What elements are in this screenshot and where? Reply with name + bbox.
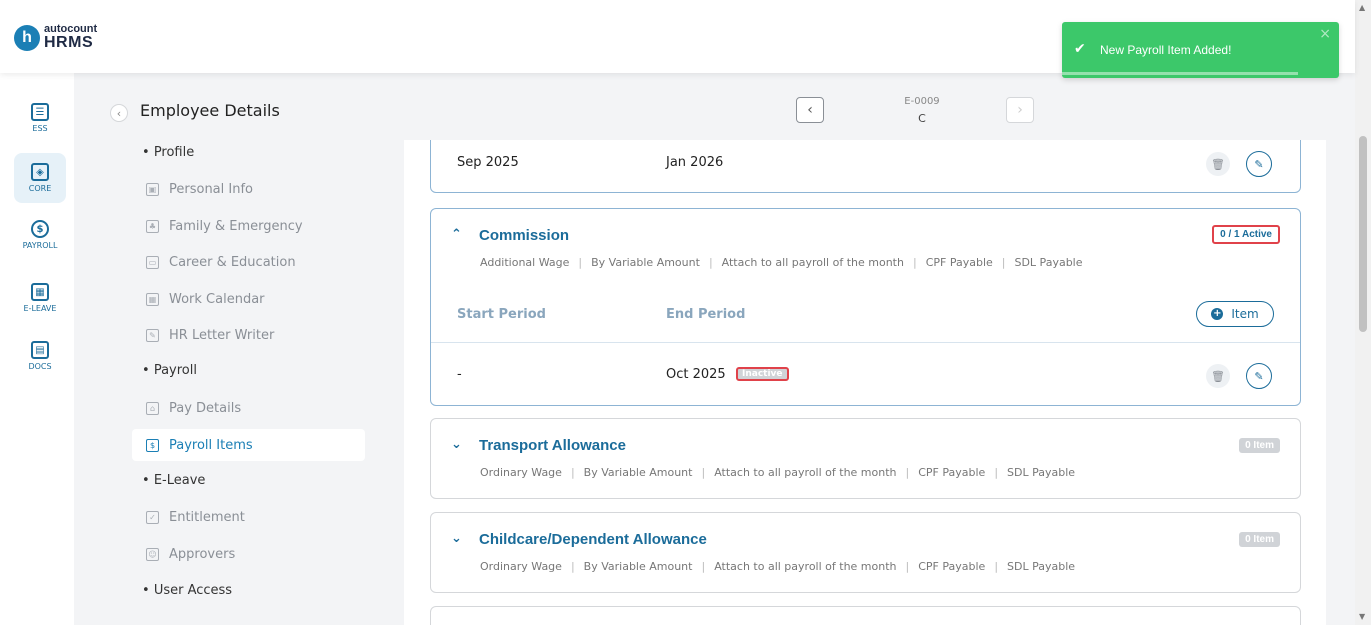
transport-allowance-card: ⌄ Transport Allowance 0 Item Ordinary Wa…: [430, 418, 1301, 499]
end-period-value: Oct 2025: [666, 367, 726, 382]
edit-button[interactable]: ✎: [1246, 151, 1272, 177]
app-logo[interactable]: h autocount HRMS: [14, 24, 97, 51]
previous-employee-button[interactable]: ‹: [796, 97, 824, 123]
ess-icon: ☰: [31, 103, 49, 121]
childcare-allowance-card: ⌄ Childcare/Dependent Allowance 0 Item O…: [430, 512, 1301, 593]
pencil-icon: ✎: [1254, 157, 1264, 171]
page-title: Employee Details: [140, 101, 280, 120]
rail-item-payroll[interactable]: $ PAYROLL: [14, 210, 66, 260]
employee-sidebar: ‹ Employee Details • Profile ▣ Personal I…: [74, 73, 404, 625]
nav-group-payroll: • Payroll: [142, 363, 197, 378]
rail-item-ess[interactable]: ☰ ESS: [14, 93, 66, 143]
payroll-items-icon: $: [146, 438, 159, 452]
rail-label: PAYROLL: [22, 241, 58, 250]
trash-icon: 🗑: [1211, 157, 1225, 171]
sidebar-item-work-calendar[interactable]: ▦ Work Calendar: [132, 283, 365, 315]
delete-button[interactable]: 🗑: [1206, 152, 1230, 176]
card-tags: Ordinary Wage | By Variable Amount | Attach …: [480, 466, 1076, 479]
start-period-header: Start Period: [457, 307, 546, 322]
success-toast: ✔ New Payroll Item Added! ×: [1062, 22, 1339, 78]
back-chevron-icon[interactable]: ‹: [110, 104, 128, 122]
status-badge: 0 / 1 Active: [1212, 225, 1280, 244]
rail-item-docs[interactable]: ▤ DOCS: [14, 331, 66, 381]
toast-message: New Payroll Item Added!: [1100, 43, 1232, 57]
rail-label: ESS: [32, 124, 48, 133]
scroll-thumb[interactable]: [1359, 136, 1367, 332]
delete-button[interactable]: 🗑: [1206, 364, 1230, 388]
employee-code: E-0009: [904, 96, 940, 107]
docs-icon: ▤: [31, 341, 49, 359]
nav-group-eleave: • E-Leave: [142, 473, 206, 488]
item-count-badge: 0 Item: [1239, 438, 1280, 453]
check-icon: ✔: [1074, 41, 1086, 57]
commission-card: ⌃ Commission 0 / 1 Active Additional Wag…: [430, 208, 1301, 406]
trash-icon: 🗑: [1211, 369, 1225, 383]
add-item-button[interactable]: + Item: [1196, 301, 1274, 327]
scroll-down-icon[interactable]: ▼: [1359, 612, 1365, 621]
letter-icon: ✎: [146, 328, 159, 342]
inactive-badge: Inactive: [736, 367, 789, 381]
sidebar-item-personal-info[interactable]: ▣ Personal Info: [132, 173, 365, 205]
start-period-value: -: [457, 367, 462, 382]
logo-bottom-text: HRMS: [44, 34, 94, 51]
chevron-down-icon[interactable]: ⌄: [451, 531, 462, 546]
next-employee-button[interactable]: ›: [1006, 97, 1034, 123]
nav-group-user-access: • User Access: [142, 583, 233, 598]
sidebar-item-family[interactable]: ♣ Family & Emergency: [132, 210, 365, 242]
sidebar-item-payroll-items[interactable]: $ Payroll Items: [132, 429, 365, 461]
chevron-down-icon[interactable]: ⌄: [451, 437, 462, 452]
rail-item-core[interactable]: ◈ CORE: [14, 153, 66, 203]
module-rail: ☰ ESS ◈ CORE $ PAYROLL ▦ E-LEAVE ▤ DOCS: [0, 73, 74, 625]
sidebar-item-entitlement[interactable]: ✓ Entitlement: [132, 501, 365, 533]
card-tags: Additional Wage | By Variable Amount | Attac…: [480, 256, 1083, 269]
card-tags: Ordinary Wage | By Variable Amount | Attach …: [480, 560, 1076, 573]
end-period-value: Jan 2026: [666, 155, 724, 170]
divider: [431, 342, 1300, 343]
user-icon: ☺: [146, 547, 159, 561]
chevron-up-icon[interactable]: ⌃: [451, 227, 462, 242]
close-icon[interactable]: ×: [1319, 26, 1331, 42]
nav-group-profile: • Profile: [142, 145, 195, 160]
briefcase-icon: ▭: [146, 255, 159, 269]
pencil-icon: ✎: [1254, 369, 1264, 383]
edit-button[interactable]: ✎: [1246, 363, 1272, 389]
item-count-badge: 0 Item: [1239, 532, 1280, 547]
sidebar-item-approvers[interactable]: ☺ Approvers: [132, 538, 365, 570]
entitlement-icon: ✓: [146, 510, 159, 524]
toast-progress-bar: [1062, 72, 1298, 75]
calendar-icon: ▦: [31, 283, 49, 301]
payroll-icon: $: [31, 220, 49, 238]
rail-label: E-LEAVE: [23, 304, 57, 313]
payroll-items-panel: Sep 2025 Jan 2026 🗑 ✎ ⌃ Commission 0 / 1…: [404, 140, 1326, 625]
payroll-item-card: [430, 606, 1301, 625]
card-title[interactable]: Transport Allowance: [479, 437, 626, 454]
payroll-item-card: Sep 2025 Jan 2026 🗑 ✎: [430, 140, 1301, 193]
id-card-icon: ▣: [146, 182, 159, 196]
sidebar-item-hr-letter[interactable]: ✎ HR Letter Writer: [132, 319, 365, 351]
family-icon: ♣: [146, 219, 159, 233]
rail-label: DOCS: [28, 362, 52, 371]
sidebar-item-career[interactable]: ▭ Career & Education: [132, 246, 365, 278]
logo-mark: h: [14, 24, 40, 51]
page-scrollbar[interactable]: ▲ ▼: [1355, 0, 1371, 625]
end-period-header: End Period: [666, 307, 746, 322]
card-title[interactable]: Childcare/Dependent Allowance: [479, 531, 707, 548]
calendar-icon: ▦: [146, 292, 159, 306]
sidebar-item-pay-details[interactable]: ⌂ Pay Details: [132, 392, 365, 424]
bank-icon: ⌂: [146, 401, 159, 415]
plus-icon: +: [1211, 308, 1224, 320]
scroll-up-icon[interactable]: ▲: [1359, 3, 1365, 12]
core-icon: ◈: [31, 163, 49, 181]
employee-name: C: [918, 112, 926, 125]
card-title[interactable]: Commission: [479, 227, 569, 244]
rail-item-eleave[interactable]: ▦ E-LEAVE: [14, 273, 66, 323]
start-period-value: Sep 2025: [457, 155, 519, 170]
rail-label: CORE: [28, 184, 52, 193]
